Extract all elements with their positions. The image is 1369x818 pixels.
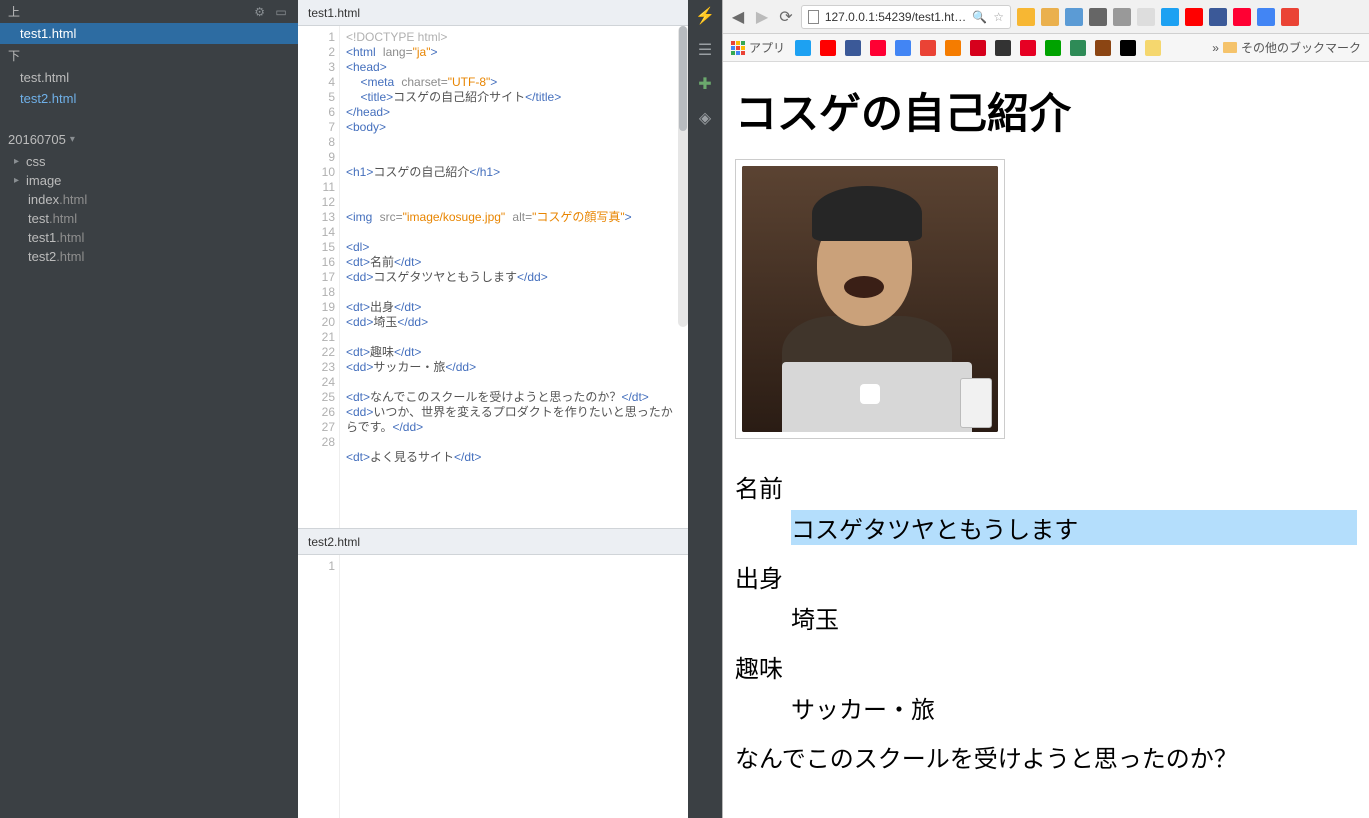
bookmark-icon[interactable]: [1145, 40, 1161, 56]
star-icon[interactable]: ☆: [993, 10, 1004, 24]
bookmark-icon[interactable]: [820, 40, 836, 56]
dd-name: コスゲタツヤともうします: [791, 510, 1357, 545]
editor-bottom[interactable]: 1: [298, 555, 688, 818]
page-title: コスゲの自己紹介: [735, 80, 1357, 141]
extension-icon[interactable]: [1065, 8, 1083, 26]
bookmark-bar: アプリ » その他のブックマーク: [723, 34, 1369, 62]
bookmark-icon[interactable]: [945, 40, 961, 56]
editor-top[interactable]: 1234567891011121314151617181920212223242…: [298, 26, 688, 528]
folder-icon: [1223, 42, 1237, 53]
working-file-test[interactable]: test.html: [0, 67, 298, 88]
header-label: 上: [8, 3, 20, 20]
omnibox[interactable]: 127.0.0.1:54239/test1.ht… 🔍 ☆: [801, 5, 1011, 29]
extension-icon[interactable]: [1089, 8, 1107, 26]
scroll-thumb[interactable]: [679, 26, 687, 131]
profile-photo: [735, 159, 1005, 439]
bookmark-icon[interactable]: [920, 40, 936, 56]
apps-icon: [731, 41, 745, 55]
more-icon: »: [1212, 41, 1219, 55]
bookmark-icon[interactable]: [1120, 40, 1136, 56]
page-icon: [808, 10, 819, 24]
forward-icon[interactable]: ▶: [753, 7, 771, 27]
editor-bottom-pane: test2.html 1: [298, 528, 688, 818]
working-set-top-header: 上 ⚙ ▭: [0, 0, 298, 23]
extension-manager-icon[interactable]: ✚: [695, 74, 715, 94]
bookmark-icon[interactable]: [995, 40, 1011, 56]
dt-hobby: 趣味: [735, 649, 1357, 684]
code-area[interactable]: [340, 555, 688, 818]
apps-button[interactable]: アプリ: [731, 39, 785, 56]
dd-origin: 埼玉: [791, 600, 1357, 635]
bookmark-icon[interactable]: [895, 40, 911, 56]
dt-name: 名前: [735, 469, 1357, 504]
file-tree: ▸css▸imageindex.htmltest.htmltest1.htmlt…: [0, 152, 298, 266]
working-file-test2[interactable]: test2.html: [0, 88, 298, 109]
bookmark-icon[interactable]: [870, 40, 886, 56]
extension-icon[interactable]: [1041, 8, 1059, 26]
extension-icon[interactable]: [1185, 8, 1203, 26]
bookmark-icon[interactable]: [1095, 40, 1111, 56]
working-file-test1[interactable]: test1.html: [0, 23, 298, 44]
file-test[interactable]: test.html: [0, 209, 298, 228]
extensions-icon[interactable]: ☰: [695, 40, 715, 60]
dd-hobby: サッカー・旅: [791, 690, 1357, 725]
extension-icon[interactable]: [1233, 8, 1251, 26]
gear-icon[interactable]: ⚙: [251, 5, 269, 19]
url-text: 127.0.0.1:54239/test1.ht…: [825, 10, 966, 24]
bookmark-icon[interactable]: [845, 40, 861, 56]
bookmark-icons: [795, 40, 1161, 56]
gutter: 1234567891011121314151617181920212223242…: [298, 26, 340, 528]
file-test1[interactable]: test1.html: [0, 228, 298, 247]
bookmark-icon[interactable]: [1020, 40, 1036, 56]
project-name: 20160705: [8, 132, 66, 147]
extension-icon[interactable]: [1137, 8, 1155, 26]
browser: ◀ ▶ ⟳ 127.0.0.1:54239/test1.ht… 🔍 ☆ アプリ …: [722, 0, 1369, 818]
apps-label: アプリ: [749, 39, 785, 56]
extension-icon[interactable]: [1161, 8, 1179, 26]
rendered-page[interactable]: コスゲの自己紹介 名前 コスゲタツヤともうします 出身 埼玉 趣味 サッカー・旅…: [723, 62, 1369, 818]
bookmark-icon[interactable]: [795, 40, 811, 56]
editor-tab-bottom[interactable]: test2.html: [298, 529, 688, 555]
extensions-tray: [1017, 8, 1299, 26]
extension-icon[interactable]: [1113, 8, 1131, 26]
search-icon[interactable]: 🔍: [972, 10, 987, 24]
folder-css[interactable]: ▸css: [0, 152, 298, 171]
chevron-down-icon: ▾: [70, 134, 75, 145]
sidebar: 上 ⚙ ▭ test1.html 下 test.html test2.html …: [0, 0, 298, 818]
dt-reason: なんでこのスクールを受けようと思ったのか？: [735, 739, 1357, 774]
definition-list: 名前 コスゲタツヤともうします 出身 埼玉 趣味 サッカー・旅 なんでこのスクー…: [735, 469, 1357, 774]
scrollbar[interactable]: [678, 26, 688, 327]
other-bookmarks-label: その他のブックマーク: [1241, 39, 1361, 56]
project-root[interactable]: 20160705 ▾: [0, 127, 298, 152]
bookmark-icon[interactable]: [970, 40, 986, 56]
file-index[interactable]: index.html: [0, 190, 298, 209]
editor-area: test1.html 12345678910111213141516171819…: [298, 0, 688, 818]
other-bookmarks[interactable]: » その他のブックマーク: [1212, 39, 1361, 56]
split-icon[interactable]: ▭: [272, 5, 290, 19]
browser-toolbar: ◀ ▶ ⟳ 127.0.0.1:54239/test1.ht… 🔍 ☆: [723, 0, 1369, 34]
extension-icon[interactable]: [1257, 8, 1275, 26]
bookmark-icon[interactable]: [1070, 40, 1086, 56]
extension-icon[interactable]: [1017, 8, 1035, 26]
layers-icon[interactable]: ◈: [695, 108, 715, 128]
editor-tab-top[interactable]: test1.html: [298, 0, 688, 26]
header-label: 下: [8, 47, 20, 64]
gutter: 1: [298, 555, 340, 818]
toolstrip: ⚡ ☰ ✚ ◈: [688, 0, 722, 818]
file-test2[interactable]: test2.html: [0, 247, 298, 266]
extension-icon[interactable]: [1209, 8, 1227, 26]
working-set-bottom-header: 下: [0, 44, 298, 67]
bookmark-icon[interactable]: [1045, 40, 1061, 56]
dt-origin: 出身: [735, 559, 1357, 594]
extension-icon[interactable]: [1281, 8, 1299, 26]
live-preview-icon[interactable]: ⚡: [695, 6, 715, 26]
back-icon[interactable]: ◀: [729, 7, 747, 27]
reload-icon[interactable]: ⟳: [777, 7, 795, 27]
code-area[interactable]: <!DOCTYPE html> <html lang="ja"> <head> …: [340, 26, 688, 528]
folder-image[interactable]: ▸image: [0, 171, 298, 190]
